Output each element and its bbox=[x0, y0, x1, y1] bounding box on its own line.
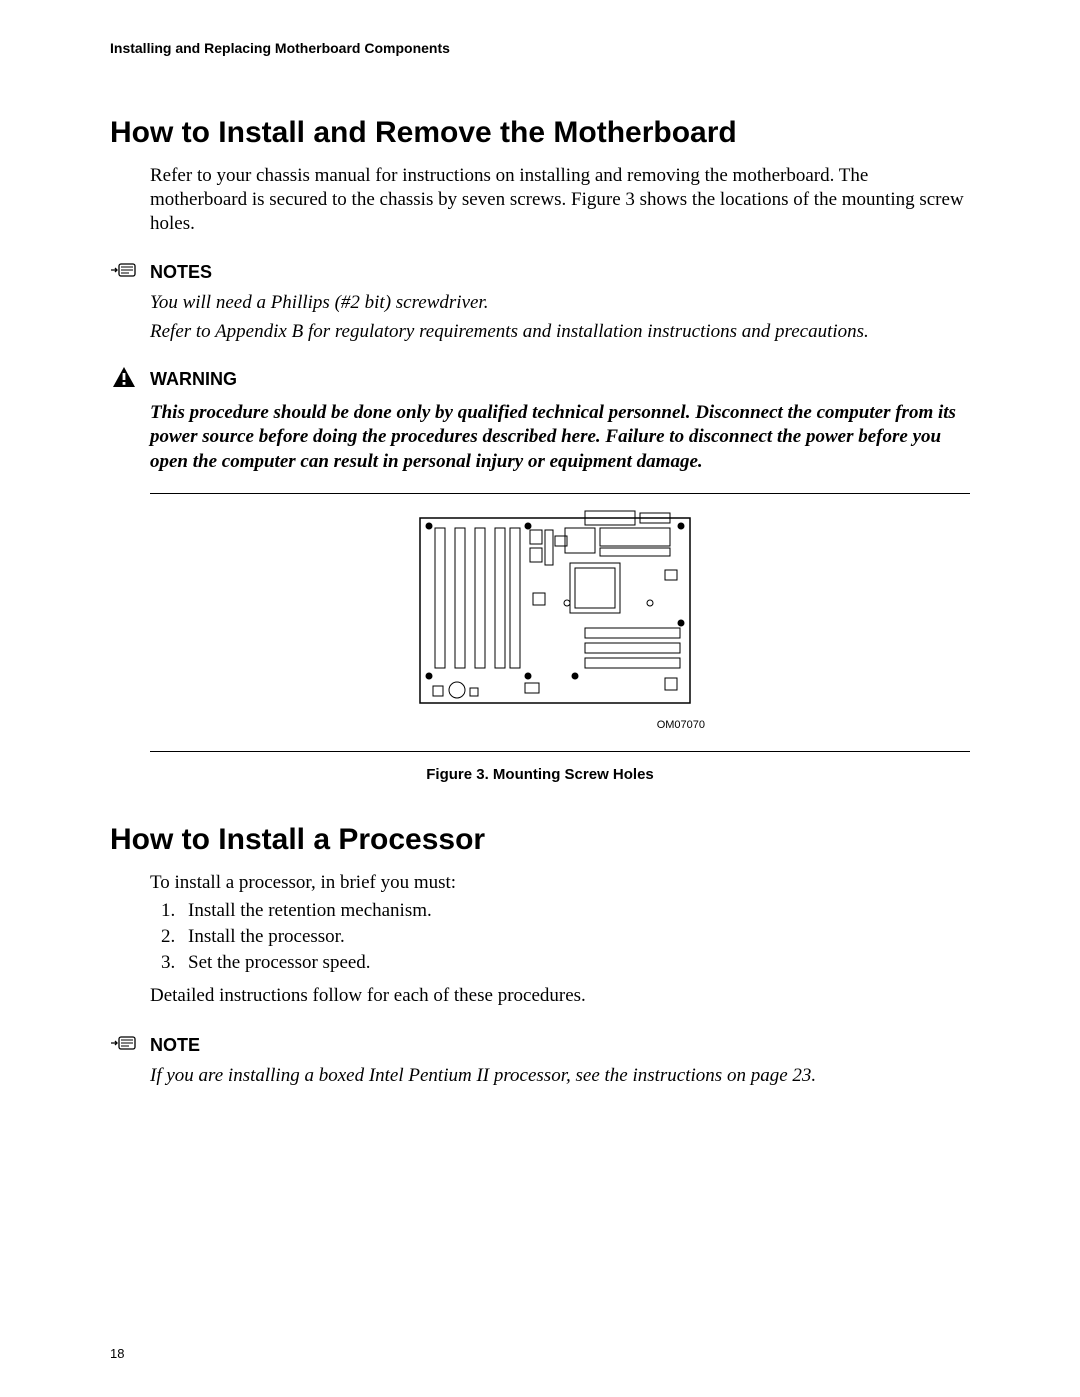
note-icon bbox=[110, 1032, 138, 1058]
note2-heading: NOTE bbox=[150, 1035, 200, 1056]
list-item: Install the retention mechanism. bbox=[180, 900, 970, 922]
warning-icon bbox=[110, 365, 138, 395]
notes-callout: NOTES You will need a Phillips (#2 bit) … bbox=[110, 259, 970, 344]
procedure-list: Install the retention mechanism. Install… bbox=[110, 900, 970, 974]
section1-paragraph: Refer to your chassis manual for instruc… bbox=[110, 164, 970, 235]
list-item: Set the processor speed. bbox=[180, 952, 970, 974]
section2-outro: Detailed instructions follow for each of… bbox=[110, 984, 970, 1008]
list-item: Install the processor. bbox=[180, 926, 970, 948]
section-title-install-remove: How to Install and Remove the Motherboar… bbox=[110, 116, 970, 150]
figure-wrap: OM07070 bbox=[110, 508, 970, 733]
page-number: 18 bbox=[110, 1346, 124, 1361]
section-title-install-processor: How to Install a Processor bbox=[110, 823, 970, 857]
warning-callout: WARNING This procedure should be done on… bbox=[110, 365, 970, 475]
note-icon bbox=[110, 259, 138, 285]
figure-caption: Figure 3. Mounting Screw Holes bbox=[110, 766, 970, 783]
notes-line-2: Refer to Appendix B for regulatory requi… bbox=[150, 320, 970, 345]
notes-line-1: You will need a Phillips (#2 bit) screwd… bbox=[150, 291, 970, 316]
running-head: Installing and Replacing Motherboard Com… bbox=[110, 40, 970, 56]
note2-body: If you are installing a boxed Intel Pent… bbox=[150, 1064, 970, 1089]
motherboard-diagram bbox=[415, 508, 705, 708]
divider-bottom bbox=[150, 751, 970, 752]
warning-body: This procedure should be done only by qu… bbox=[150, 401, 970, 475]
notes-heading: NOTES bbox=[150, 262, 212, 283]
section2-intro: To install a processor, in brief you mus… bbox=[110, 871, 970, 895]
figure-reference: OM07070 bbox=[415, 719, 705, 731]
note-callout-2: NOTE If you are installing a boxed Intel… bbox=[110, 1032, 970, 1089]
warning-heading: WARNING bbox=[150, 369, 237, 390]
divider-top bbox=[150, 493, 970, 494]
